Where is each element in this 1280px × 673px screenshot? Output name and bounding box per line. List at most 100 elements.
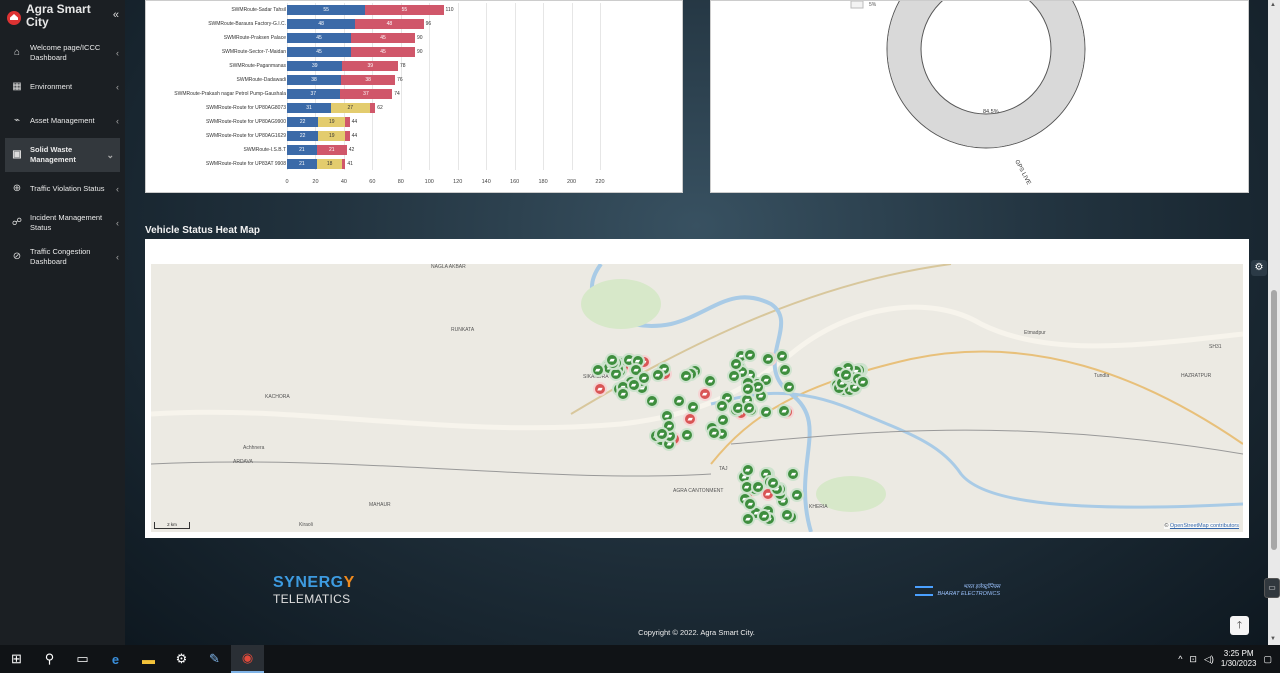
vehicle-marker-online[interactable]: ▰ (761, 352, 776, 367)
bar-segment-blue[interactable]: 39 (287, 61, 343, 71)
scroll-to-top-button[interactable]: 🡑 (1230, 616, 1249, 635)
traffic-violation-status-icon: ⊕ (12, 183, 22, 194)
vehicle-marker-online[interactable]: ▰ (703, 373, 718, 388)
vehicle-marker-online[interactable]: ▰ (742, 348, 757, 363)
vehicle-marker-online[interactable]: ▰ (650, 368, 665, 383)
vehicle-marker-online[interactable]: ▰ (759, 404, 774, 419)
vehicle-marker-online[interactable]: ▰ (605, 353, 620, 368)
vehicle-marker-online[interactable]: ▰ (780, 507, 795, 522)
bar-segment-red[interactable]: 21 (316, 145, 347, 155)
vehicle-marker-online[interactable]: ▰ (743, 497, 758, 512)
sidebar-item-solid-waste-management[interactable]: ▣ Solid Waste Management ⌄ (5, 138, 120, 172)
sidebar-item-asset-management[interactable]: ⌁ Asset Management ‹ (0, 104, 125, 138)
vehicle-marker-online[interactable]: ▰ (654, 427, 669, 442)
vehicle-marker-online[interactable]: ▰ (590, 362, 605, 377)
vehicle-marker-online[interactable]: ▰ (777, 362, 792, 377)
scroll-up-arrow-icon[interactable]: ▲ (1270, 2, 1276, 8)
vehicle-marker-offline[interactable]: ▰ (683, 412, 698, 427)
vehicle-marker-online[interactable]: ▰ (740, 463, 755, 478)
vehicle-marker-online[interactable]: ▰ (672, 393, 687, 408)
search-icon[interactable]: ⚲ (33, 645, 66, 673)
bar-segment-red[interactable] (345, 131, 350, 141)
windows-start-icon[interactable]: ⊞ (0, 645, 33, 673)
vehicle-heatmap[interactable]: NAGLA AKBAR RUNKATA KACHORA Achhnera ARDAVA M… (151, 264, 1243, 532)
bar-segment-blue[interactable]: 48 (287, 19, 356, 29)
bar-segment-blue[interactable]: 55 (287, 5, 366, 15)
bar-segment-red[interactable] (342, 159, 346, 169)
bar-segment-yellow[interactable]: 19 (318, 131, 346, 141)
scroll-thumb[interactable] (1271, 290, 1277, 550)
vehicle-marker-online[interactable]: ▰ (789, 487, 804, 502)
bar-segment-blue[interactable]: 45 (287, 33, 352, 43)
vehicle-marker-online[interactable]: ▰ (679, 368, 694, 383)
vehicle-marker-online[interactable]: ▰ (741, 511, 755, 526)
vehicle-marker-online[interactable]: ▰ (766, 475, 781, 490)
vehicle-marker-online[interactable]: ▰ (740, 382, 755, 397)
collapse-sidebar-icon[interactable]: « (113, 9, 119, 21)
scroll-down-arrow-icon[interactable]: ▼ (1270, 636, 1276, 642)
vehicle-marker-offline[interactable]: ▰ (697, 387, 712, 402)
bar-segment-yellow[interactable]: 19 (318, 117, 346, 127)
bar-segment-red[interactable]: 38 (341, 75, 396, 85)
vehicle-marker-online[interactable]: ▰ (839, 368, 854, 383)
bar-segment-yellow[interactable]: 18 (316, 159, 343, 169)
bar-segment-yellow[interactable]: 27 (331, 103, 370, 113)
settings-gear-icon[interactable]: ⚙ (1251, 260, 1267, 276)
vehicle-marker-online[interactable]: ▰ (775, 348, 790, 363)
sidebar-item-welcome-page[interactable]: ⌂ Welcome page/ICCC Dashboard ‹ (0, 36, 125, 70)
bar-segment-blue[interactable]: 31 (287, 103, 332, 113)
volume-icon[interactable]: ◁) (1204, 654, 1214, 665)
sidebar-item-environment[interactable]: ▦ Environment ‹ (0, 70, 125, 104)
clock-date: 1/30/2023 (1220, 659, 1257, 668)
vehicle-marker-online[interactable]: ▰ (727, 369, 742, 384)
chrome-browser-icon[interactable]: ◉ (231, 645, 264, 673)
vehicle-marker-online[interactable]: ▰ (680, 428, 695, 443)
system-clock[interactable]: 3:25 PM 1/30/2023 (1221, 649, 1257, 669)
vehicle-marker-online[interactable]: ▰ (715, 413, 730, 428)
bar-segment-red[interactable] (369, 103, 376, 113)
sidebar-item-traffic-violation-status[interactable]: ⊕ Traffic Violation Status ‹ (0, 172, 125, 206)
bar-segment-blue[interactable]: 21 (287, 159, 317, 169)
settings-app-icon[interactable]: ⚙ (165, 645, 198, 673)
sidebar-item-traffic-congestion-dashboard[interactable]: ⊘ Traffic Congestion Dashboard ‹ (0, 240, 125, 274)
vehicle-marker-online[interactable]: ▰ (782, 380, 797, 395)
bar-segment-red[interactable]: 45 (351, 33, 416, 43)
edge-browser-icon[interactable]: e (99, 645, 132, 673)
osm-link[interactable]: OpenStreetMap contributors (1170, 523, 1239, 529)
bar-segment-red[interactable]: 39 (342, 61, 398, 71)
vehicle-marker-online[interactable]: ▰ (644, 394, 659, 409)
bar-segment-red[interactable]: 48 (355, 19, 424, 29)
vehicle-marker-online[interactable]: ▰ (729, 356, 744, 371)
bar-segment-red[interactable] (345, 117, 350, 127)
vehicle-marker-online[interactable]: ▰ (786, 467, 801, 482)
bar-segment-blue[interactable]: 22 (287, 117, 319, 127)
bar-segment-red[interactable]: 37 (339, 89, 393, 99)
network-icon[interactable]: ⊡ (1189, 654, 1197, 665)
vehicle-marker-online[interactable]: ▰ (855, 374, 870, 389)
vehicle-marker-online[interactable]: ▰ (777, 403, 792, 418)
task-view-icon[interactable]: ▭ (66, 645, 99, 673)
vehicle-marker-online[interactable]: ▰ (637, 371, 652, 386)
file-explorer-icon[interactable]: ▬ (132, 645, 165, 673)
page-scrollbar[interactable]: ▲ ▼ (1268, 0, 1280, 645)
vehicle-marker-offline[interactable]: ▰ (592, 382, 607, 397)
notifications-icon[interactable]: ▢ (1263, 654, 1272, 665)
bar-segment-blue[interactable]: 45 (287, 47, 352, 57)
bar-segment-blue[interactable]: 21 (287, 145, 317, 155)
vehicle-marker-online[interactable]: ▰ (757, 509, 772, 524)
vehicle-marker-online[interactable]: ▰ (686, 399, 701, 414)
side-panel-tab-icon[interactable]: ▭ (1264, 578, 1280, 598)
vehicle-marker-online[interactable]: ▰ (714, 399, 729, 414)
bar-segment-blue[interactable]: 37 (287, 89, 340, 99)
notepad-icon[interactable]: ✎ (198, 645, 231, 673)
vehicle-marker-online[interactable]: ▰ (751, 479, 766, 494)
bar-category-label: SWMRoute-Route for UP83AT 9908 (205, 161, 286, 167)
bar-segment-red[interactable]: 55 (365, 5, 444, 15)
vehicle-marker-online[interactable]: ▰ (742, 401, 757, 416)
vehicle-marker-online[interactable]: ▰ (707, 425, 722, 440)
sidebar-item-incident-management-status[interactable]: ☍ Incident Management Status ‹ (0, 206, 125, 240)
bar-segment-blue[interactable]: 38 (287, 75, 342, 85)
tray-chevron-up-icon[interactable]: ^ (1178, 654, 1182, 664)
bar-segment-blue[interactable]: 22 (287, 131, 319, 141)
bar-segment-red[interactable]: 45 (351, 47, 416, 57)
